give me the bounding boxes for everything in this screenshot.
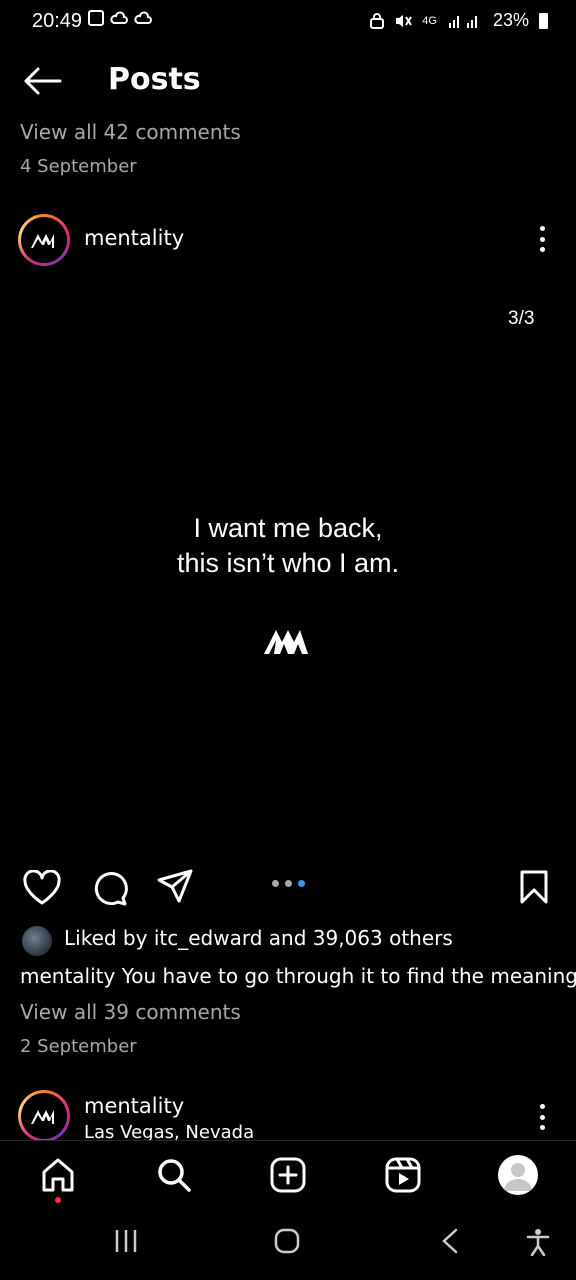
share-icon[interactable] <box>156 868 194 906</box>
battery-icon <box>539 12 548 29</box>
home-button-icon[interactable] <box>274 1228 300 1254</box>
search-icon[interactable] <box>156 1157 192 1193</box>
likes-prefix: Liked by <box>64 926 154 950</box>
post-date: 2 September <box>20 1036 137 1057</box>
comment-icon[interactable] <box>90 870 128 906</box>
carousel-dot <box>272 880 279 887</box>
mute-icon <box>396 14 413 27</box>
more-options-icon[interactable] <box>538 226 546 252</box>
liker-username[interactable]: itc_edward <box>154 926 263 950</box>
lock-icon <box>370 12 385 29</box>
bottom-nav <box>0 1140 576 1211</box>
view-all-comments-link[interactable]: View all 42 comments <box>20 120 241 144</box>
home-icon[interactable] <box>40 1157 76 1193</box>
post-date: 4 September <box>20 156 137 177</box>
carousel-dot-active <box>298 880 305 887</box>
network-type: 4G <box>422 14 437 27</box>
status-right: 4G 23% <box>370 10 548 31</box>
status-time: 20:49 <box>32 10 83 32</box>
avatar[interactable] <box>18 1090 70 1142</box>
avatar[interactable] <box>18 214 70 266</box>
post-caption: mentality You have to go through it to f… <box>20 964 576 988</box>
cloud-icon <box>134 11 152 24</box>
cloud-icon <box>110 11 128 24</box>
notification-icons <box>88 10 152 26</box>
caption-text: You have to go through it to find the me… <box>115 964 576 988</box>
likes-summary[interactable]: Liked by itc_edward and 39,063 others <box>64 926 453 950</box>
carousel-dot <box>285 880 292 887</box>
reels-icon[interactable] <box>385 1157 421 1193</box>
post-username[interactable]: mentality <box>84 226 184 250</box>
likes-suffix: and 39,063 others <box>262 926 453 950</box>
liker-avatar[interactable] <box>22 926 52 956</box>
bookmark-icon[interactable] <box>520 870 548 904</box>
carousel-counter: 3/3 <box>508 308 535 329</box>
mentality-logo-icon <box>31 234 54 248</box>
recent-apps-icon[interactable] <box>114 1228 138 1254</box>
battery-percent: 23% <box>492 10 529 30</box>
heart-icon[interactable] <box>22 870 62 906</box>
mentality-logo-icon <box>264 630 308 654</box>
profile-icon[interactable] <box>498 1155 538 1195</box>
mentality-logo-icon <box>31 1110 54 1124</box>
gallery-icon <box>88 10 104 26</box>
more-options-icon[interactable] <box>538 1104 546 1130</box>
signal-icon <box>448 15 477 28</box>
view-all-comments-link[interactable]: View all 39 comments <box>20 1000 241 1024</box>
notification-dot <box>55 1197 61 1203</box>
system-nav-bar <box>0 1210 576 1280</box>
back-icon[interactable] <box>440 1228 460 1254</box>
caption-username[interactable]: mentality <box>20 964 115 988</box>
accessibility-icon[interactable] <box>526 1228 550 1256</box>
post-image-text-line-2: this isn’t who I am. <box>176 548 400 578</box>
add-post-icon[interactable] <box>270 1157 306 1193</box>
page-title: Posts <box>108 62 201 97</box>
post-image-text-line-1: I want me back, <box>193 513 383 543</box>
post-username[interactable]: mentality <box>84 1094 184 1118</box>
arrow-left-icon[interactable] <box>22 66 62 96</box>
carousel-indicator <box>272 880 305 887</box>
